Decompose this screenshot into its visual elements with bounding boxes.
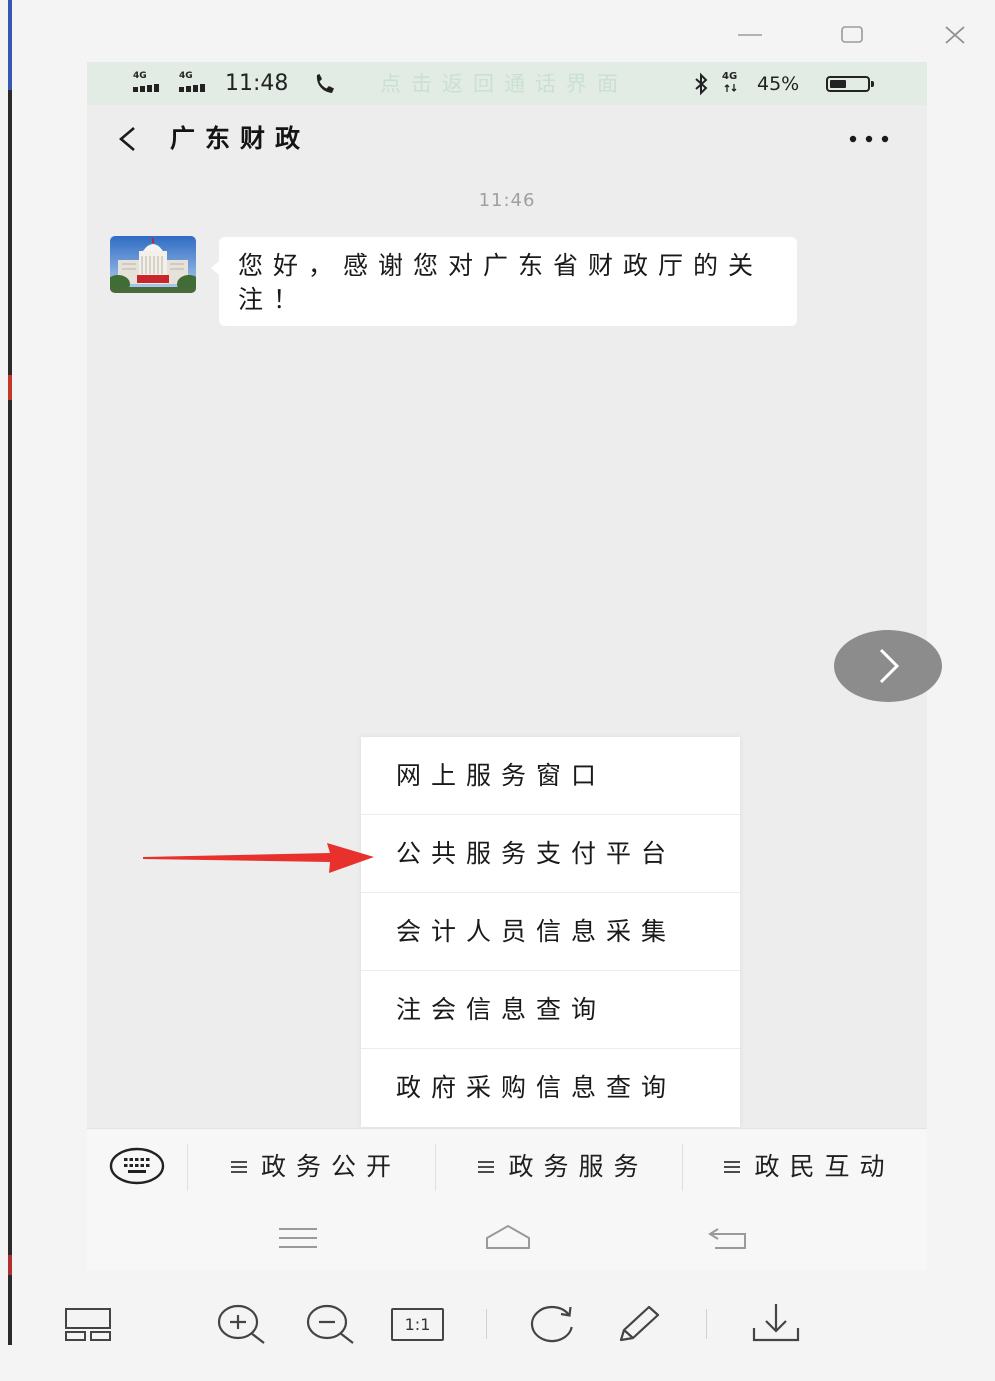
bluetooth-icon xyxy=(695,72,708,96)
menu-icon xyxy=(478,1161,495,1173)
system-nav-bar xyxy=(87,1205,927,1270)
maximize-icon xyxy=(841,26,863,43)
signal-label: 4G xyxy=(179,71,193,81)
maximize-button[interactable] xyxy=(838,24,866,46)
toolbar-divider xyxy=(706,1309,707,1339)
signal-label: 4G xyxy=(133,71,147,81)
red-arrow-icon xyxy=(143,843,374,873)
rotate-icon[interactable] xyxy=(528,1302,576,1346)
page-title: 广东财政 xyxy=(170,124,311,153)
popup-item-procurement-info-query[interactable]: 政府采购信息查询 xyxy=(361,1049,740,1127)
status-bar: 4G 4G 11:48 点击返回通话界面 4G 45% xyxy=(87,62,927,105)
popup-item-public-payment-platform[interactable]: 公共服务支付平台 xyxy=(361,815,740,893)
submenu-popup: 网上服务窗口 公共服务支付平台 会计人员信息采集 注会信息查询 政府采购信息查询 xyxy=(361,737,740,1127)
menu-tab-label: 政务公开 xyxy=(260,1152,401,1181)
menu-tab-public-interaction[interactable]: 政民互动 xyxy=(682,1129,927,1205)
next-image-button[interactable] xyxy=(834,630,942,702)
battery-body xyxy=(826,76,870,92)
popup-item-accountant-info-collection[interactable]: 会计人员信息采集 xyxy=(361,893,740,971)
home-icon[interactable] xyxy=(483,1223,533,1251)
menu-tab-government-services[interactable]: 政务服务 xyxy=(435,1129,682,1205)
status-time: 11:48 xyxy=(225,71,289,96)
keyboard-icon[interactable] xyxy=(108,1146,166,1186)
menu-icon xyxy=(724,1161,741,1173)
menu-icon[interactable] xyxy=(278,1227,318,1249)
building-photo-icon xyxy=(110,236,196,293)
more-horizontal-icon[interactable] xyxy=(848,134,890,144)
popup-item-cpa-info-query[interactable]: 注会信息查询 xyxy=(361,971,740,1049)
menu-tab-label: 政务服务 xyxy=(508,1152,649,1181)
minimize-icon xyxy=(738,34,762,36)
data-activity-icon xyxy=(724,84,737,92)
zoom-out-icon[interactable] xyxy=(303,1302,359,1346)
download-icon[interactable] xyxy=(750,1302,802,1344)
account-avatar[interactable] xyxy=(110,236,196,293)
menu-tab-government-affairs-disclosure[interactable]: 政务公开 xyxy=(187,1129,435,1205)
minimize-button[interactable] xyxy=(736,26,764,44)
signal-indicator: 4G xyxy=(133,72,167,96)
phone-call-icon xyxy=(316,74,334,93)
phone-screenshot: 4G 4G 11:48 点击返回通话界面 4G 45% 广东财政 11:46 您… xyxy=(87,62,927,1270)
battery-percent: 45% xyxy=(757,73,800,95)
pencil-icon[interactable] xyxy=(615,1303,663,1345)
actual-size-button[interactable]: 1:1 xyxy=(391,1308,444,1341)
menu-icon xyxy=(230,1161,247,1173)
background-window-edge xyxy=(8,0,12,1345)
account-menu-bar: 政务公开 政务服务 政民互动 xyxy=(87,1128,927,1205)
popup-item-online-service-window[interactable]: 网上服务窗口 xyxy=(361,737,740,815)
message-bubble: 您好，感谢您对广东省财政厅的关注！ xyxy=(211,237,797,326)
battery-nub xyxy=(871,81,874,87)
close-icon xyxy=(945,26,965,44)
mobile-data-label: 4G xyxy=(722,71,738,82)
chevron-left-icon[interactable] xyxy=(115,125,139,153)
back-icon[interactable] xyxy=(707,1227,749,1251)
chevron-right-icon xyxy=(879,648,900,684)
call-return-banner[interactable]: 点击返回通话界面 xyxy=(380,72,628,96)
message-timestamp: 11:46 xyxy=(478,190,536,211)
battery-icon xyxy=(826,76,876,92)
signal-bars-icon xyxy=(179,84,205,92)
chat-header: 广东财政 xyxy=(87,105,927,172)
toolbar-divider xyxy=(486,1309,487,1339)
signal-bars-icon xyxy=(133,84,159,92)
signal-indicator: 4G xyxy=(179,72,213,96)
zoom-in-icon[interactable] xyxy=(214,1302,270,1346)
filmstrip-icon[interactable] xyxy=(64,1306,112,1342)
menu-tab-label: 政民互动 xyxy=(754,1152,895,1181)
close-button[interactable] xyxy=(942,24,968,46)
battery-level-fill xyxy=(830,80,847,88)
chat-area: 11:46 您好，感谢您对广东省财政厅的关注！ 网上服务窗口 公共服务支付平台 … xyxy=(87,172,927,1128)
